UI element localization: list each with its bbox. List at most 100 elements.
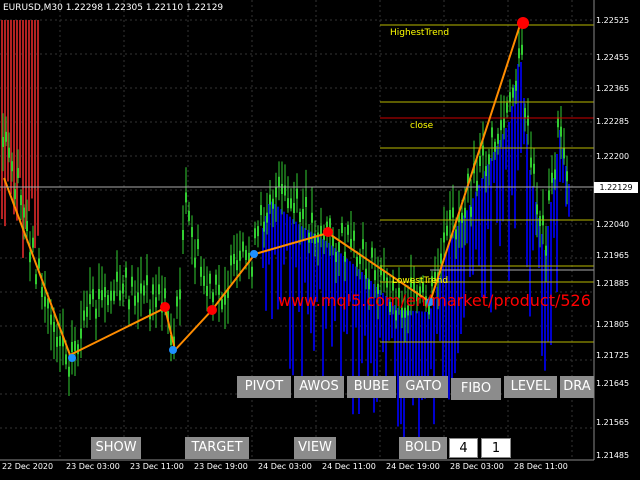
candle-body: [53, 321, 55, 332]
view-button[interactable]: VIEW: [294, 437, 336, 459]
level-button[interactable]: LEVEL: [504, 376, 557, 398]
candle-body: [518, 48, 520, 59]
candle-body: [185, 192, 187, 203]
candle-body: [23, 207, 25, 218]
candle-body: [305, 196, 307, 207]
candle-body: [131, 276, 133, 287]
candle-body: [119, 290, 121, 301]
date-tick-label: 23 Dec 19:00: [194, 462, 248, 471]
candle-body: [179, 289, 181, 300]
candle-body: [449, 209, 451, 220]
candle-body: [302, 208, 304, 219]
candle-body: [218, 284, 220, 295]
target-button[interactable]: TARGET: [185, 437, 249, 459]
candle-body: [41, 287, 43, 298]
candle-body: [2, 136, 4, 147]
candle-body: [476, 180, 478, 191]
pivot-button[interactable]: PIVOT: [237, 376, 291, 398]
candle-body: [215, 274, 217, 285]
candle-body: [194, 257, 196, 268]
fibo-button[interactable]: FIBO: [451, 378, 501, 400]
draw-button[interactable]: DRA: [560, 376, 594, 398]
lowest-trend-label: LowestTrend: [392, 276, 449, 286]
candle-body: [230, 255, 232, 266]
candle-body: [254, 228, 256, 239]
candle-body: [479, 155, 481, 166]
price-tick-label: 1.22365: [596, 84, 630, 93]
candle-body: [56, 336, 58, 347]
price-chart[interactable]: [0, 0, 640, 480]
candle-body: [530, 157, 532, 168]
candle-body: [497, 133, 499, 144]
count-input[interactable]: 1: [481, 438, 511, 458]
candle-body: [533, 163, 535, 174]
candle-body: [269, 194, 271, 205]
candle-body: [338, 241, 340, 252]
candle-body: [182, 229, 184, 240]
candle-body: [455, 229, 457, 240]
candle-body: [224, 294, 226, 305]
candle-body: [299, 211, 301, 222]
price-tick-label: 1.21885: [596, 279, 630, 288]
candle-body: [329, 218, 331, 229]
price-tick-label: 1.21485: [596, 451, 630, 460]
candle-body: [257, 226, 259, 237]
candle-body: [290, 198, 292, 209]
bube-button[interactable]: BUBE: [347, 376, 396, 398]
candle-body: [275, 187, 277, 198]
pivot-marker: [207, 305, 217, 315]
candle-body: [128, 299, 130, 310]
candle-body: [491, 127, 493, 138]
candle-body: [95, 308, 97, 319]
price-tick-label: 1.22040: [596, 220, 630, 229]
candle-body: [26, 221, 28, 232]
candle-body: [494, 141, 496, 152]
candle-body: [71, 341, 73, 352]
candle-body: [155, 297, 157, 308]
awos-button[interactable]: AWOS: [294, 376, 344, 398]
candle-body: [134, 295, 136, 306]
candle-body: [8, 147, 10, 158]
candle-body: [140, 283, 142, 294]
candle-body: [77, 344, 79, 355]
show-button[interactable]: SHOW: [91, 437, 141, 459]
candle-body: [314, 233, 316, 244]
candle-body: [317, 232, 319, 243]
price-tick-label: 1.21645: [596, 379, 630, 388]
candle-body: [485, 166, 487, 177]
date-tick-label: 28 Dec 11:00: [514, 462, 568, 471]
pivot-low-marker: [68, 354, 76, 362]
date-tick-label: 23 Dec 11:00: [130, 462, 184, 471]
candle-body: [488, 154, 490, 165]
price-tick-label: 1.21565: [596, 418, 630, 427]
pivot-mid-marker: [323, 227, 333, 237]
candle-body: [470, 206, 472, 217]
candle-body: [206, 285, 208, 296]
candle-body: [11, 161, 13, 172]
candle-body: [551, 172, 553, 183]
candle-body: [371, 247, 373, 258]
candle-body: [515, 80, 517, 91]
candle-body: [344, 251, 346, 262]
bold-button[interactable]: BOLD: [399, 437, 447, 459]
candle-body: [83, 310, 85, 321]
candle-body: [188, 210, 190, 221]
gato-button[interactable]: GATO: [399, 376, 448, 398]
date-tick-label: 24 Dec 19:00: [386, 462, 440, 471]
date-tick-label: 28 Dec 03:00: [450, 462, 504, 471]
candle-body: [335, 251, 337, 262]
candle-body: [236, 260, 238, 271]
candle-body: [86, 306, 88, 317]
candle-body: [560, 126, 562, 137]
price-tick-label: 1.21725: [596, 351, 630, 360]
candle-body: [509, 92, 511, 103]
candle-body: [29, 252, 31, 263]
pivot-high-marker: [517, 17, 529, 29]
candle-body: [200, 266, 202, 277]
candle-body: [245, 250, 247, 261]
candle-body: [50, 314, 52, 325]
candle-body: [482, 145, 484, 156]
candle-body: [59, 336, 61, 347]
bold-width-input[interactable]: 4: [449, 438, 478, 458]
candle-body: [80, 328, 82, 339]
